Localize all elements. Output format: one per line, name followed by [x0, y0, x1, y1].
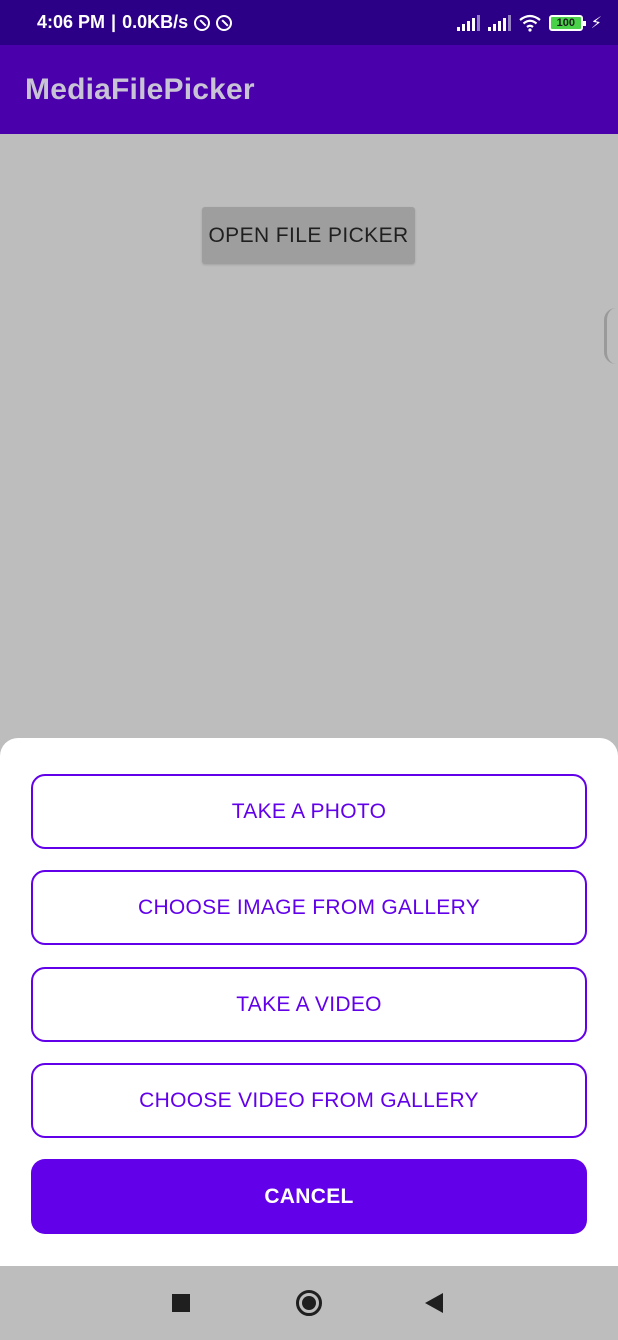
- wifi-icon: [519, 14, 541, 32]
- home-icon[interactable]: [296, 1290, 322, 1316]
- back-icon[interactable]: [425, 1293, 443, 1313]
- app-title: MediaFilePicker: [25, 72, 255, 106]
- status-right: 100 ⚡: [456, 13, 602, 33]
- choose-image-from-gallery-button[interactable]: CHOOSE IMAGE FROM GALLERY: [31, 870, 587, 945]
- charging-icon: ⚡: [590, 14, 602, 32]
- status-left: 4:06 PM | 0.0KB/s: [37, 12, 233, 33]
- recents-icon[interactable]: [172, 1294, 190, 1312]
- network-speed: 0.0KB/s: [122, 12, 189, 32]
- do-not-disturb-icon: [194, 14, 211, 31]
- edge-gesture-handle[interactable]: [604, 308, 618, 364]
- status-bar: 4:06 PM | 0.0KB/s 100 ⚡: [0, 0, 618, 45]
- status-time: 4:06 PM: [37, 12, 106, 32]
- take-photo-button[interactable]: TAKE A PHOTO: [31, 774, 587, 849]
- signal-icon: [487, 14, 511, 31]
- main-content: OPEN FILE PICKER: [0, 134, 618, 738]
- navigation-bar: [0, 1266, 618, 1340]
- signal-icon: [456, 14, 480, 31]
- status-separator: |: [111, 12, 117, 32]
- choose-video-from-gallery-button[interactable]: CHOOSE VIDEO FROM GALLERY: [31, 1063, 587, 1138]
- battery-icon: 100: [548, 14, 586, 31]
- open-file-picker-button[interactable]: OPEN FILE PICKER: [202, 207, 415, 264]
- take-video-button[interactable]: TAKE A VIDEO: [31, 967, 587, 1042]
- cancel-button[interactable]: CANCEL: [31, 1159, 587, 1234]
- bottom-sheet: TAKE A PHOTO CHOOSE IMAGE FROM GALLERY T…: [0, 738, 618, 1266]
- data-saver-icon: [216, 14, 233, 31]
- app-bar: MediaFilePicker: [0, 45, 618, 134]
